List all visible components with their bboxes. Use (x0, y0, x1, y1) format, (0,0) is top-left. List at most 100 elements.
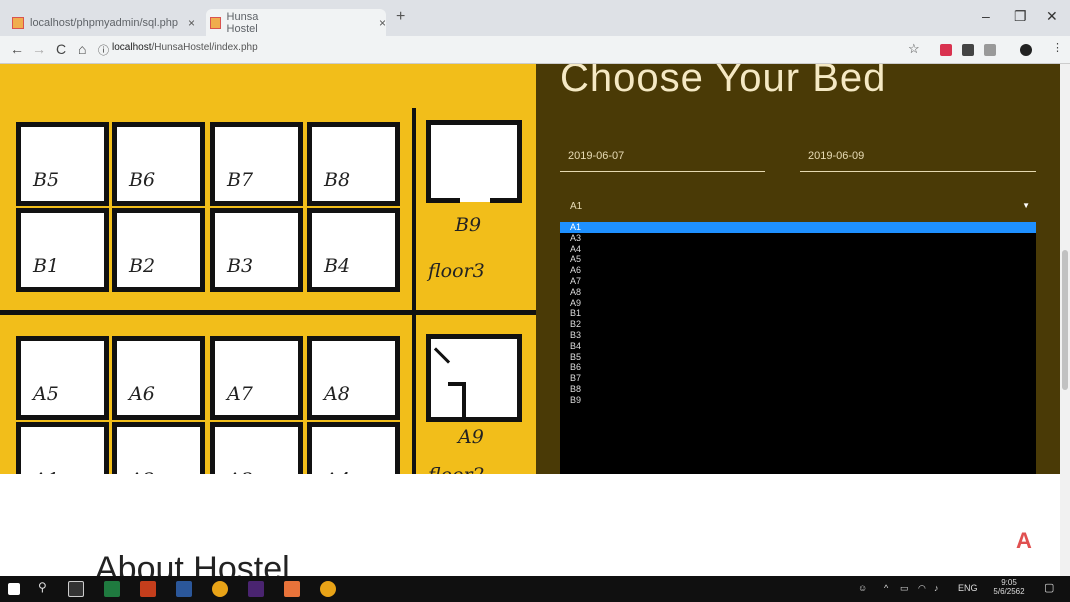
bed-a9[interactable] (426, 334, 522, 422)
tab-phpmyadmin[interactable]: localhost/phpmyadmin/sql.php × (12, 9, 202, 36)
bed-b4[interactable]: B4 (307, 208, 400, 292)
forward-icon[interactable]: → (32, 41, 46, 57)
extension-icon[interactable] (984, 44, 996, 56)
bed-b1[interactable]: B1 (16, 208, 109, 292)
premiere-icon[interactable] (248, 581, 264, 597)
bed-label: A5 (33, 383, 59, 405)
bed-option[interactable]: B4 (560, 341, 1036, 352)
bed-label: A3 (227, 469, 253, 474)
floor2-label: floor2 (428, 464, 485, 474)
bed-label: A4 (324, 469, 350, 474)
url-field[interactable]: localhost/HunsaHostel/index.php (112, 42, 258, 53)
volume-icon[interactable]: ♪ (934, 583, 939, 593)
reload-icon[interactable]: C (56, 41, 66, 57)
brand-logo-icon: A (1016, 528, 1032, 553)
bed-option[interactable]: A7 (560, 276, 1036, 287)
clock[interactable]: 9:05 5/6/2562 (992, 578, 1026, 596)
wall (448, 382, 466, 386)
bed-option[interactable]: A4 (560, 244, 1036, 255)
bed-label: B1 (33, 255, 60, 277)
bookmark-star-icon[interactable]: ☆ (908, 41, 920, 57)
bed-select[interactable]: A1 ▼ (560, 192, 1036, 220)
word-icon[interactable] (176, 581, 192, 597)
bed-option[interactable]: A6 (560, 265, 1036, 276)
bed-b5[interactable]: B5 (16, 122, 109, 206)
page-scrollbar[interactable] (1060, 64, 1070, 576)
clock-date: 5/6/2562 (993, 587, 1025, 596)
new-tab-button[interactable]: + (396, 8, 405, 26)
checkin-date-input[interactable]: 2019-06-07 (560, 142, 765, 172)
chrome-icon[interactable] (212, 581, 228, 597)
url-path: /HunsaHostel/index.php (151, 42, 258, 53)
bed-b7[interactable]: B7 (210, 122, 303, 206)
bed-option[interactable]: B2 (560, 319, 1036, 330)
minimize-button[interactable]: – (982, 8, 990, 24)
bed-b9[interactable] (426, 120, 522, 202)
bed-option[interactable]: A8 (560, 287, 1036, 298)
bed-label: B7 (227, 169, 254, 191)
bed-a8[interactable]: A8 (307, 336, 400, 420)
chrome-icon[interactable] (320, 581, 336, 597)
tab-close-icon[interactable]: × (379, 16, 386, 30)
search-icon[interactable]: ⚲ (38, 580, 47, 594)
url-host: localhost (112, 42, 152, 53)
bed-a5[interactable]: A5 (16, 336, 109, 420)
bed-b6[interactable]: B6 (112, 122, 205, 206)
bed-a4[interactable]: A4 (307, 422, 400, 474)
bed-label: A1 (33, 469, 59, 474)
bed-option[interactable]: A5 (560, 254, 1036, 265)
extension-icon[interactable] (962, 44, 974, 56)
wall (426, 198, 460, 203)
tab-close-icon[interactable]: × (188, 16, 195, 30)
network-icon[interactable]: ◠ (918, 583, 926, 594)
task-view-icon[interactable] (68, 581, 84, 597)
windows-start-icon[interactable] (8, 583, 20, 595)
info-icon[interactable]: ⓘ (98, 42, 109, 58)
profile-avatar-icon[interactable] (1020, 44, 1032, 56)
language-indicator[interactable]: ENG (958, 583, 978, 593)
bed-a1[interactable]: A1 (16, 422, 109, 474)
bed-option[interactable]: B5 (560, 352, 1036, 363)
bed-label: B4 (324, 255, 351, 277)
bed-b2[interactable]: B2 (112, 208, 205, 292)
bed-label: B8 (324, 169, 351, 191)
excel-icon[interactable] (104, 581, 120, 597)
tab-hunsa-hostel[interactable]: Hunsa Hostel × (206, 9, 386, 36)
bed-b8[interactable]: B8 (307, 122, 400, 206)
scrollbar-thumb[interactable] (1062, 250, 1068, 390)
bed-b3[interactable]: B3 (210, 208, 303, 292)
extension-icon[interactable] (940, 44, 952, 56)
bed-option[interactable]: B1 (560, 308, 1036, 319)
back-icon[interactable]: ← (10, 41, 24, 57)
bed-option[interactable]: A9 (560, 298, 1036, 309)
bed-a6[interactable]: A6 (112, 336, 205, 420)
booking-panel: Choose Your Bed 2019-06-07 2019-06-09 A1… (536, 64, 1060, 474)
bed-a2[interactable]: A2 (112, 422, 205, 474)
close-window-button[interactable]: ✕ (1046, 8, 1058, 25)
bed-label: A8 (324, 383, 350, 405)
powerpoint-icon[interactable] (140, 581, 156, 597)
menu-kebab-icon[interactable]: ⋮ (1052, 41, 1063, 54)
home-icon[interactable]: ⌂ (78, 41, 86, 57)
bed-option[interactable]: B9 (560, 395, 1036, 406)
bed-option[interactable]: A3 (560, 233, 1036, 244)
bed-option[interactable]: B7 (560, 373, 1036, 384)
bed-label: A2 (129, 469, 155, 474)
checkout-date-input[interactable]: 2019-06-09 (800, 142, 1036, 172)
bed-dropdown-list: A1 A3 A4 A5 A6 A7 A8 A9 B1 B2 B3 B4 B5 B6 B7 B8 B9 (560, 222, 1036, 474)
bed-a7[interactable]: A7 (210, 336, 303, 420)
bed-a3[interactable]: A3 (210, 422, 303, 474)
bed-option[interactable]: B3 (560, 330, 1036, 341)
tray-chevron-icon[interactable]: ^ (884, 583, 888, 593)
xampp-icon[interactable] (284, 581, 300, 597)
chevron-down-icon: ▼ (1022, 201, 1030, 210)
people-icon[interactable]: ☺ (858, 583, 867, 593)
floor3-label: floor3 (428, 260, 485, 282)
restore-button[interactable]: ❐ (1014, 8, 1027, 25)
page-title: Choose Your Bed (560, 64, 887, 100)
bed-option[interactable]: B6 (560, 362, 1036, 373)
bed-option[interactable]: A1 (560, 222, 1036, 233)
bed-option[interactable]: B8 (560, 384, 1036, 395)
notification-icon[interactable]: ▢ (1044, 581, 1054, 594)
tab-title: Hunsa Hostel (226, 10, 259, 35)
